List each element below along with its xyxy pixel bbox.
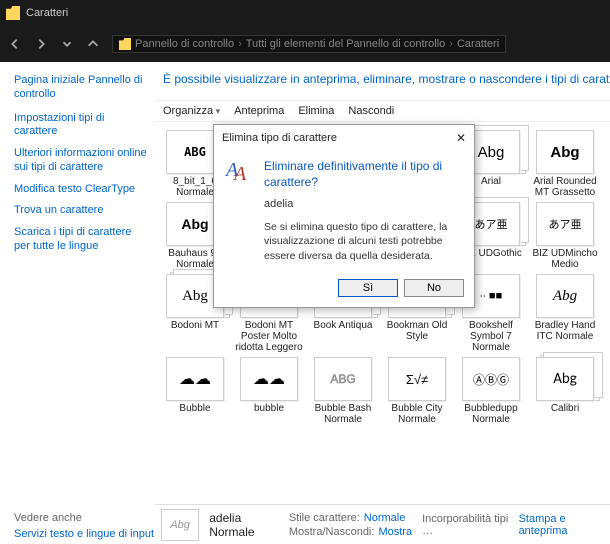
font-thumb: あア亜 — [536, 202, 594, 246]
font-thumb: Abg — [536, 357, 594, 401]
font-tile[interactable]: あア亜BIZ UDMincho Medio — [529, 202, 601, 270]
details-print-label[interactable]: Stampa e anteprima — [519, 513, 568, 537]
font-caption: Bodoni MT — [171, 320, 219, 331]
see-also: Vedere anche Servizi testo e lingue di i… — [14, 512, 154, 540]
details-embed-label: Incorporabilità tipi … — [422, 513, 508, 537]
main-panel: È possibile visualizzare in anteprima, e… — [155, 62, 610, 504]
delete-font-dialog: Elimina tipo di carattere ✕ AA Eliminare… — [213, 124, 475, 308]
details-show-value: Mostra — [378, 526, 412, 538]
preview-button[interactable]: Anteprima — [234, 105, 284, 117]
font-thumb: ABG — [314, 357, 372, 401]
breadcrumb-segment[interactable]: Tutti gli elementi del Pannello di contr… — [246, 38, 446, 50]
chevron-right-icon: › — [238, 38, 242, 50]
hide-button[interactable]: Nascondi — [348, 105, 394, 117]
folder-icon — [6, 6, 20, 20]
details-thumb: Abg — [161, 509, 199, 541]
sidebar-link[interactable]: Scarica i tipi di carattere per tutte le… — [14, 226, 147, 254]
font-tile[interactable]: AbgArial Rounded MT Grassetto — [529, 130, 601, 198]
nav-toolbar: Pannello di controllo › Tutti gli elemen… — [0, 26, 610, 62]
font-caption: BIZ UDMincho Medio — [529, 248, 601, 270]
history-dropdown-icon[interactable] — [60, 37, 74, 51]
details-font-name: adelia Normale — [209, 511, 279, 539]
command-bar: Organizza Anteprima Elimina Nascondi — [155, 100, 610, 122]
font-thumb: ☁☁ — [166, 357, 224, 401]
font-thumb: Σ√≠ — [388, 357, 446, 401]
font-thumb: Abg — [536, 274, 594, 318]
font-tile[interactable]: ☁☁ Bubble — [159, 357, 231, 425]
font-caption: Bubble Bash Normale — [307, 403, 379, 425]
font-thumb: ⒶⒷⒼ — [462, 357, 520, 401]
sidebar-link[interactable]: Modifica testo ClearType — [14, 183, 147, 197]
dialog-title: Elimina tipo di carattere — [222, 132, 337, 144]
sidebar: Pagina iniziale Pannello di controllo Im… — [0, 62, 155, 504]
font-icon: AA — [226, 159, 254, 187]
details-style-label: Stile carattere: — [289, 512, 360, 524]
font-tile[interactable]: AbgBradley Hand ITC Normale — [529, 274, 601, 353]
font-caption: Book Antiqua — [314, 320, 373, 331]
sidebar-link[interactable]: Ulteriori informazioni online sui tipi d… — [14, 147, 147, 175]
back-button[interactable] — [8, 37, 22, 51]
font-caption: Calibri — [551, 403, 579, 414]
font-caption: Bubble City Normale — [381, 403, 453, 425]
font-caption: Bubble — [179, 403, 210, 414]
font-thumb: Abg — [536, 130, 594, 174]
up-button[interactable] — [86, 37, 100, 51]
dialog-question: Eliminare definitivamente il tipo di car… — [264, 159, 462, 190]
font-caption: Arial — [481, 176, 501, 187]
window-titlebar: Caratteri — [0, 0, 610, 26]
dialog-font-name: adelia — [264, 198, 462, 210]
dialog-warning: Se si elimina questo tipo di carattere, … — [264, 220, 462, 263]
font-tile[interactable]: Σ√≠Bubble City Normale — [381, 357, 453, 425]
details-pane: Abg adelia Normale Stile carattere: Norma… — [155, 504, 610, 544]
details-show-label: Mostra/Nascondi: — [289, 526, 375, 538]
font-caption: bubble — [254, 403, 284, 414]
window-title: Caratteri — [26, 7, 68, 19]
font-tile[interactable]: Abg Calibri — [529, 357, 601, 425]
close-icon[interactable]: ✕ — [456, 131, 466, 145]
see-also-link[interactable]: Servizi testo e lingue di input — [14, 528, 154, 540]
font-tile[interactable]: ⒶⒷⒼBubbledupp Normale — [455, 357, 527, 425]
font-caption: Bubbledupp Normale — [455, 403, 527, 425]
chevron-right-icon: › — [449, 38, 453, 50]
address-bar[interactable]: Pannello di controllo › Tutti gli elemen… — [112, 35, 506, 53]
sidebar-link[interactable]: Trova un carattere — [14, 204, 147, 218]
organize-menu[interactable]: Organizza — [163, 105, 220, 117]
font-caption: Bodoni MT Poster Molto ridotta Leggero — [233, 320, 305, 353]
font-thumb: ☁☁ — [240, 357, 298, 401]
font-caption: Bookman Old Style — [381, 320, 453, 342]
see-also-title: Vedere anche — [14, 512, 154, 524]
font-caption: Bradley Hand ITC Normale — [529, 320, 601, 342]
no-button[interactable]: No — [404, 279, 464, 297]
font-tile[interactable]: ABGBubble Bash Normale — [307, 357, 379, 425]
delete-button[interactable]: Elimina — [298, 105, 334, 117]
forward-button[interactable] — [34, 37, 48, 51]
breadcrumb-segment[interactable]: Pannello di controllo — [135, 38, 234, 50]
font-caption: Arial Rounded MT Grassetto — [529, 176, 601, 198]
details-style-value: Normale — [364, 512, 406, 524]
yes-button[interactable]: Sì — [338, 279, 398, 297]
sidebar-link[interactable]: Impostazioni tipi di carattere — [14, 112, 147, 140]
sidebar-home-link[interactable]: Pagina iniziale Pannello di controllo — [14, 74, 147, 102]
page-headline: È possibile visualizzare in anteprima, e… — [163, 72, 610, 86]
font-tile[interactable]: ☁☁ bubble — [233, 357, 305, 425]
font-caption: Bookshelf Symbol 7 Normale — [455, 320, 527, 353]
breadcrumb-segment[interactable]: Caratteri — [457, 38, 499, 50]
folder-icon — [119, 38, 131, 50]
